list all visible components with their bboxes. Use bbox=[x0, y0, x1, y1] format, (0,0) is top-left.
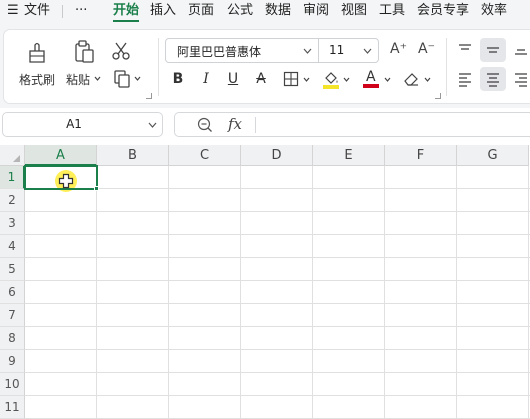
tab-member[interactable]: 会员专享 bbox=[417, 2, 469, 20]
clipboard-group-expand-icon[interactable] bbox=[146, 93, 152, 99]
row-header-6[interactable]: 6 bbox=[0, 281, 25, 304]
cell-reference[interactable]: A1 bbox=[3, 117, 145, 131]
column-header-b[interactable]: B bbox=[97, 145, 169, 166]
font-selector[interactable]: 阿里巴巴普惠体 11 bbox=[165, 38, 379, 63]
column-header-f[interactable]: F bbox=[385, 145, 457, 166]
name-box-chevron-down-icon[interactable] bbox=[148, 122, 157, 128]
tab-page[interactable]: 页面 bbox=[188, 2, 214, 20]
borders-chevron-down-icon[interactable] bbox=[303, 77, 310, 82]
fill-color-icon[interactable] bbox=[322, 70, 340, 90]
cell-select-cursor-icon bbox=[58, 173, 74, 189]
align-left-icon[interactable] bbox=[457, 71, 473, 87]
fill-handle[interactable] bbox=[94, 186, 99, 191]
paste-chevron-down-icon[interactable] bbox=[94, 76, 101, 81]
font-name-value[interactable]: 阿里巴巴普惠体 bbox=[177, 43, 261, 60]
underline-button[interactable]: U bbox=[224, 68, 242, 90]
format-painter-button[interactable] bbox=[20, 38, 54, 98]
font-box-divider bbox=[318, 39, 319, 62]
more-icon[interactable]: ··· bbox=[75, 2, 87, 20]
column-header-a[interactable]: A bbox=[25, 145, 97, 166]
column-header-d[interactable]: D bbox=[241, 145, 313, 166]
font-size-value[interactable]: 11 bbox=[329, 43, 344, 57]
spreadsheet-grid: A B C D E F G 1 2 3 4 5 6 7 8 9 10 11 bbox=[0, 145, 530, 419]
eraser-chevron-down-icon[interactable] bbox=[424, 77, 431, 82]
font-color-swatch bbox=[363, 84, 379, 88]
clipboard-icon bbox=[75, 40, 94, 63]
eraser-icon[interactable] bbox=[402, 70, 420, 88]
font-name-chevron-down-icon[interactable] bbox=[303, 48, 312, 54]
font-group-expand-icon[interactable] bbox=[435, 93, 441, 99]
row-header-7[interactable]: 7 bbox=[0, 304, 25, 327]
align-bottom-icon[interactable] bbox=[513, 42, 529, 56]
tab-home[interactable]: 开始 bbox=[113, 2, 139, 20]
fill-color-chevron-down-icon[interactable] bbox=[343, 77, 350, 82]
align-center-icon bbox=[487, 73, 499, 87]
row-header-3[interactable]: 3 bbox=[0, 212, 25, 235]
row-header-1[interactable]: 1 bbox=[0, 166, 25, 189]
menu-file[interactable]: 文件 bbox=[24, 2, 50, 20]
borders-icon[interactable] bbox=[283, 71, 299, 87]
increase-font-size-button[interactable]: A⁺ bbox=[390, 41, 407, 57]
copy-icon[interactable] bbox=[112, 69, 132, 89]
column-header-e[interactable]: E bbox=[313, 145, 385, 166]
paste-label[interactable]: 粘贴 bbox=[66, 71, 90, 88]
row-header-2[interactable]: 2 bbox=[0, 189, 25, 212]
format-painter-icon bbox=[29, 42, 45, 63]
column-header-c[interactable]: C bbox=[169, 145, 241, 166]
zoom-out-icon[interactable] bbox=[197, 117, 213, 133]
cell-area[interactable] bbox=[25, 166, 530, 419]
format-painter-label: 格式刷 bbox=[19, 73, 56, 87]
strikethrough-button[interactable]: A bbox=[252, 68, 270, 90]
formula-bar: fx bbox=[174, 112, 530, 137]
font-size-chevron-down-icon[interactable] bbox=[363, 48, 372, 54]
font-color-chevron-down-icon[interactable] bbox=[384, 77, 391, 82]
ribbon-separator bbox=[446, 38, 447, 96]
tab-tools[interactable]: 工具 bbox=[379, 2, 405, 20]
menu-bar: ☰ 文件 ··· 开始 插入 页面 公式 数据 审阅 视图 工具 会员专享 效率 bbox=[0, 0, 530, 23]
align-middle-button[interactable] bbox=[480, 38, 506, 62]
select-all-triangle-icon bbox=[13, 155, 20, 162]
align-right-icon[interactable] bbox=[513, 71, 529, 87]
row-header-9[interactable]: 9 bbox=[0, 350, 25, 373]
row-header-5[interactable]: 5 bbox=[0, 258, 25, 281]
select-all-corner[interactable] bbox=[0, 145, 25, 166]
italic-button[interactable]: I bbox=[197, 68, 215, 90]
tab-data[interactable]: 数据 bbox=[265, 2, 291, 20]
decrease-font-size-button[interactable]: A⁻ bbox=[418, 41, 435, 57]
fx-icon[interactable]: fx bbox=[228, 115, 242, 133]
row-header-11[interactable]: 11 bbox=[0, 396, 25, 419]
align-middle-icon bbox=[487, 47, 499, 53]
copy-chevron-down-icon[interactable] bbox=[134, 76, 141, 81]
active-tab-indicator bbox=[113, 20, 139, 22]
column-header-g[interactable]: G bbox=[457, 145, 529, 166]
tab-formulas[interactable]: 公式 bbox=[227, 2, 253, 20]
menu-separator bbox=[62, 5, 63, 18]
row-header-10[interactable]: 10 bbox=[0, 373, 25, 396]
ribbon-separator bbox=[158, 38, 159, 96]
cut-icon[interactable] bbox=[111, 41, 131, 61]
hamburger-icon[interactable]: ☰ bbox=[7, 2, 19, 20]
align-top-icon[interactable] bbox=[457, 42, 473, 56]
paste-button[interactable] bbox=[70, 38, 98, 66]
font-color-button[interactable]: A bbox=[366, 69, 376, 85]
align-center-button[interactable] bbox=[480, 67, 506, 91]
row-header-8[interactable]: 8 bbox=[0, 327, 25, 350]
tab-efficiency[interactable]: 效率 bbox=[481, 2, 507, 20]
bold-button[interactable]: B bbox=[169, 68, 187, 90]
formula-separator bbox=[255, 117, 256, 133]
tab-view[interactable]: 视图 bbox=[341, 2, 367, 20]
name-box[interactable]: A1 bbox=[2, 112, 163, 137]
row-header-4[interactable]: 4 bbox=[0, 235, 25, 258]
tab-review[interactable]: 审阅 bbox=[303, 2, 329, 20]
tab-insert[interactable]: 插入 bbox=[150, 2, 176, 20]
